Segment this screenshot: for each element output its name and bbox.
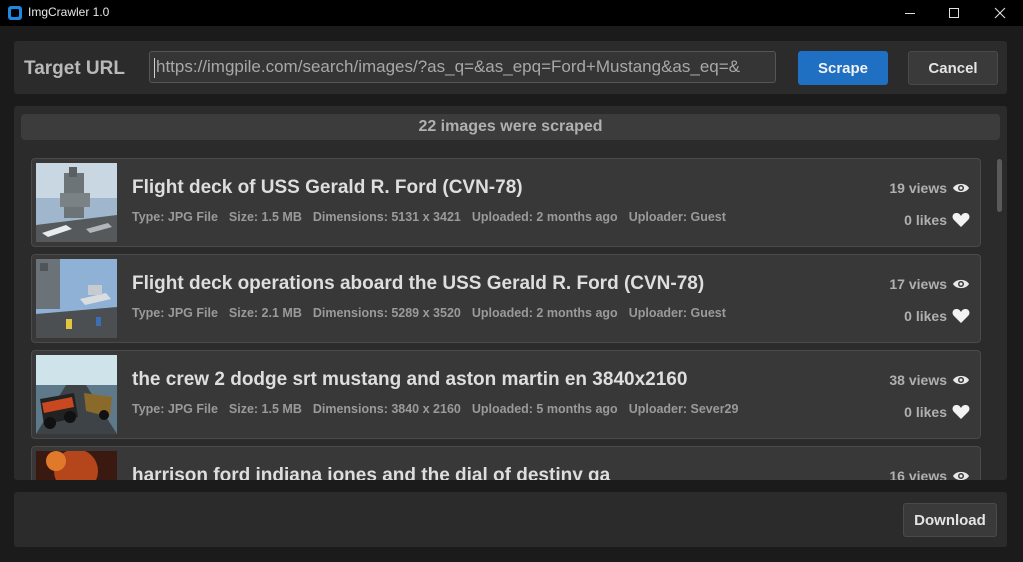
url-input[interactable]: https://imgpile.com/search/images/?as_q=… [149,51,776,83]
download-button[interactable]: Download [903,503,997,537]
bottom-panel: Download [14,492,1007,547]
image-title: Flight deck operations aboard the USS Ge… [132,273,705,294]
upload-date: Uploaded: 5 months ago [471,402,618,416]
image-title: the crew 2 dodge srt mustang and aston m… [132,369,688,390]
uploader: Uploader: Guest [628,210,726,224]
cancel-button[interactable]: Cancel [908,51,998,85]
result-item[interactable]: the crew 2 dodge srt mustang and aston m… [31,350,981,439]
image-dimensions: Dimensions: 3840 x 2160 [312,402,461,416]
title-bar: ImgCrawler 1.0 [0,0,1023,26]
heart-icon [952,404,970,419]
close-icon [994,7,1006,19]
minimize-icon [905,13,915,14]
scrollbar-thumb[interactable] [997,159,1002,212]
likes-text: 0 likes [904,212,947,228]
file-size: Size: 1.5 MB [228,210,302,224]
scrape-button[interactable]: Scrape [798,51,888,85]
url-label: Target URL [24,58,125,79]
thumbnail-image[interactable] [36,451,117,480]
views-text: 38 views [889,372,947,388]
thumbnail-image[interactable] [36,355,117,434]
file-size: Size: 2.1 MB [228,306,302,320]
heart-icon [952,308,970,323]
heart-icon [952,212,970,227]
upload-date: Uploaded: 2 months ago [471,210,618,224]
views-text: 17 views [889,276,947,292]
image-dimensions: Dimensions: 5131 x 3421 [312,210,461,224]
likes-count: 0 likes [904,308,970,324]
minimize-button[interactable] [887,0,933,26]
file-type: Type: JPG File [132,306,218,320]
image-metadata: Type: JPG File Size: 2.1 MB Dimensions: 52… [132,306,737,320]
image-title: harrison ford indiana jones and the dial… [132,465,611,480]
results-panel: 22 images were scraped Flight deck of US… [14,106,1007,480]
upload-date: Uploaded: 2 months ago [471,306,618,320]
uploader: Uploader: Guest [628,306,726,320]
likes-text: 0 likes [904,308,947,324]
likes-count: 0 likes [904,212,970,228]
app-icon [7,5,23,21]
eye-icon [953,183,969,193]
window-title: ImgCrawler 1.0 [28,5,110,19]
views-text: 16 views [889,468,947,480]
image-dimensions: Dimensions: 5289 x 3520 [312,306,461,320]
eye-icon [953,279,969,289]
views-count: 17 views [889,276,970,292]
maximize-icon [949,8,959,18]
result-item[interactable]: Flight deck operations aboard the USS Ge… [31,254,981,343]
views-count: 19 views [889,180,970,196]
image-title: Flight deck of USS Gerald R. Ford (CVN-7… [132,177,523,198]
views-count: 16 views [889,468,970,480]
close-button[interactable] [977,0,1023,26]
file-type: Type: JPG File [132,402,218,416]
url-value: https://imgpile.com/search/images/?as_q=… [156,57,741,76]
image-metadata: Type: JPG File Size: 1.5 MB Dimensions: 38… [132,402,749,416]
result-item[interactable]: harrison ford indiana jones and the dial… [31,446,981,480]
uploader: Uploader: Sever29 [628,402,739,416]
results-list[interactable]: Flight deck of USS Gerald R. Ford (CVN-7… [14,156,1007,480]
thumbnail-image[interactable] [36,163,117,242]
thumbnail-image[interactable] [36,259,117,338]
maximize-button[interactable] [931,0,977,26]
file-size: Size: 1.5 MB [228,402,302,416]
results-count-header: 22 images were scraped [21,114,1000,140]
image-metadata: Type: JPG File Size: 1.5 MB Dimensions: 51… [132,210,737,224]
file-type: Type: JPG File [132,210,218,224]
url-panel: Target URL https://imgpile.com/search/im… [14,41,1007,94]
result-item[interactable]: Flight deck of USS Gerald R. Ford (CVN-7… [31,158,981,247]
likes-text: 0 likes [904,404,947,420]
eye-icon [953,471,969,480]
views-text: 19 views [889,180,947,196]
eye-icon [953,375,969,385]
views-count: 38 views [889,372,970,388]
likes-count: 0 likes [904,404,970,420]
text-caret [154,57,155,78]
